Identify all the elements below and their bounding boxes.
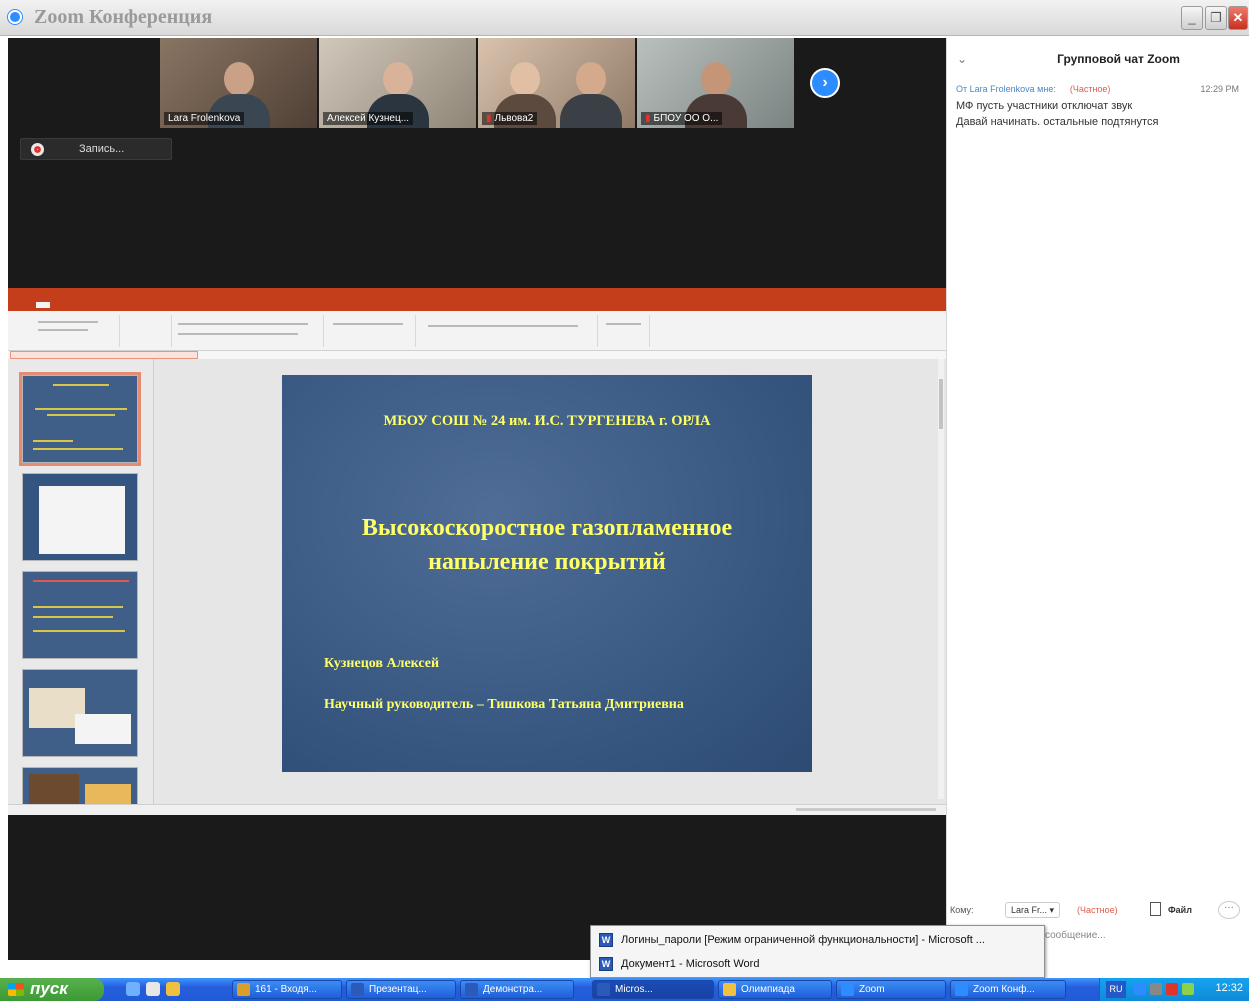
next-page-button[interactable]: › xyxy=(810,68,840,98)
popup-item[interactable]: W Логины_пароли [Режим ограниченной функц… xyxy=(599,929,985,951)
taskbar-item[interactable]: Презентац... xyxy=(346,980,456,999)
ppt-ribbon-tabs xyxy=(8,301,946,311)
participant-name: Lara Frolenkova xyxy=(164,112,245,125)
word-icon: W xyxy=(599,957,613,971)
ppt-statusbar xyxy=(8,804,946,815)
popup-item[interactable]: W Документ1 - Microsoft Word xyxy=(599,953,759,975)
slide-thumbnail[interactable] xyxy=(22,473,138,561)
chat-timestamp: 12:29 PM xyxy=(1200,84,1239,94)
taskbar-item[interactable]: 161 - Входя... xyxy=(232,980,342,999)
ppt-workspace: МБОУ СОШ № 24 им. И.С. ТУРГЕНЕВА г. ОРЛА… xyxy=(8,359,946,807)
recording-label: Запись... xyxy=(79,143,125,155)
muted-mic-icon: ▮ xyxy=(486,113,492,124)
taskbar-item[interactable]: Zoom xyxy=(836,980,946,999)
slide-title: Высокоскоростное газопламенное напыление… xyxy=(282,511,812,579)
participant-name: Алексей Кузнец... xyxy=(323,112,414,125)
chat-panel: ⌄ Групповой чат Zoom От Lara Frolenkova … xyxy=(946,38,1249,960)
to-label: Кому: xyxy=(950,905,974,915)
chat-header: Групповой чат Zoom xyxy=(1057,52,1180,66)
slide-title-line1: Высокоскоростное газопламенное xyxy=(361,515,733,541)
chat-input[interactable]: сообщение... xyxy=(1045,930,1106,941)
taskbar-item[interactable]: Олимпиада xyxy=(718,980,832,999)
participant-tile[interactable]: ▮ Львова2 xyxy=(478,38,635,128)
participant-video xyxy=(556,58,626,128)
slide-thumbnail[interactable] xyxy=(22,571,138,659)
ppt-notice-bar xyxy=(8,351,946,359)
taskbar: пуск 161 - Входя... Презентац... Демонст… xyxy=(0,978,1249,1001)
slide-thumbnail[interactable] xyxy=(22,669,138,757)
window-titlebar: Zoom Конференция _ ❐ ✕ xyxy=(0,0,1249,36)
private-tag: (Частное) xyxy=(1077,905,1118,915)
start-button[interactable]: пуск xyxy=(0,978,104,1001)
more-button[interactable]: ··· xyxy=(1218,901,1240,919)
file-button[interactable]: Файл xyxy=(1168,905,1192,915)
slide-thumbnail[interactable] xyxy=(22,767,138,807)
slide-supervisor: Научный руководитель – Тишкова Татьяна Д… xyxy=(324,697,684,712)
slide-author: Кузнецов Алексей xyxy=(324,656,440,671)
taskbar-item[interactable]: Zoom Конф... xyxy=(950,980,1066,999)
minimize-button[interactable]: _ xyxy=(1181,6,1203,30)
zoom-slider xyxy=(796,808,936,811)
taskbar-item[interactable]: Micros... xyxy=(592,980,714,999)
maximize-button[interactable]: ❐ xyxy=(1205,6,1227,30)
taskbar-group-popup: W Логины_пароли [Режим ограниченной функц… xyxy=(590,925,1045,978)
participant-tile[interactable]: ▮ БПОУ ОО О... xyxy=(637,38,794,128)
window-title: Zoom Конференция xyxy=(34,6,213,28)
participant-name: ▮ Львова2 xyxy=(482,112,538,125)
close-button[interactable]: ✕ xyxy=(1228,6,1248,30)
meeting-view: Lara Frolenkova Алексей Кузнец... ▮ Львов… xyxy=(8,38,946,960)
ppt-scrollbar[interactable] xyxy=(938,359,944,799)
slide-title-line2: напыление покрытий xyxy=(428,549,666,575)
volume-icon[interactable] xyxy=(1150,983,1162,995)
slide-thumbnail-pane xyxy=(8,359,154,807)
slide-thumbnail[interactable] xyxy=(19,372,141,466)
file-icon[interactable] xyxy=(1150,902,1161,916)
slide-school: МБОУ СОШ № 24 им. И.С. ТУРГЕНЕВА г. ОРЛА xyxy=(383,413,711,429)
ie-icon[interactable] xyxy=(126,982,140,996)
participant-name: ▮ БПОУ ОО О... xyxy=(641,112,723,125)
system-tray: RU 12:32 xyxy=(1099,978,1249,1001)
windows-flag-icon xyxy=(8,983,24,996)
zoom-tray-icon[interactable] xyxy=(1134,983,1146,995)
ppt-ribbon xyxy=(8,311,946,351)
participant-strip: Lara Frolenkova Алексей Кузнец... ▮ Львов… xyxy=(160,38,794,128)
word-icon: W xyxy=(599,933,613,947)
zoom-icon xyxy=(8,10,22,24)
media-icon[interactable] xyxy=(166,982,180,996)
chat-message: МФ пусть участники отключат звук xyxy=(956,100,1133,112)
private-tag: (Частное) xyxy=(1069,84,1111,94)
antivirus-icon[interactable] xyxy=(1166,983,1178,995)
record-icon xyxy=(31,143,44,156)
ppt-tab xyxy=(36,302,51,308)
current-slide: МБОУ СОШ № 24 им. И.С. ТУРГЕНЕВА г. ОРЛА… xyxy=(282,375,812,772)
recording-indicator[interactable]: Запись... xyxy=(20,138,172,160)
desktop-icon[interactable] xyxy=(146,982,160,996)
chat-message-sender: От Lara Frolenkova мне: (Частное) xyxy=(956,84,1111,94)
taskbar-item[interactable]: Демонстра... xyxy=(460,980,574,999)
language-indicator[interactable]: RU xyxy=(1106,981,1126,998)
chat-message: Давай начинать. остальные подтянутся xyxy=(956,116,1159,128)
participant-tile[interactable]: Lara Frolenkova xyxy=(160,38,317,128)
recipient-select[interactable]: Lara Fr... ▾ xyxy=(1005,902,1061,918)
network-icon[interactable] xyxy=(1182,983,1194,995)
muted-mic-icon: ▮ xyxy=(645,113,651,124)
participant-tile[interactable]: Алексей Кузнец... xyxy=(319,38,476,128)
ppt-titlebar xyxy=(8,288,946,301)
shared-screen[interactable]: МБОУ СОШ № 24 им. И.С. ТУРГЕНЕВА г. ОРЛА… xyxy=(8,288,946,815)
quick-launch xyxy=(126,982,180,996)
chat-recipient-row: Кому: Lara Fr... ▾ (Частное) Файл ··· xyxy=(947,900,1249,920)
clock: 12:32 xyxy=(1215,982,1243,994)
